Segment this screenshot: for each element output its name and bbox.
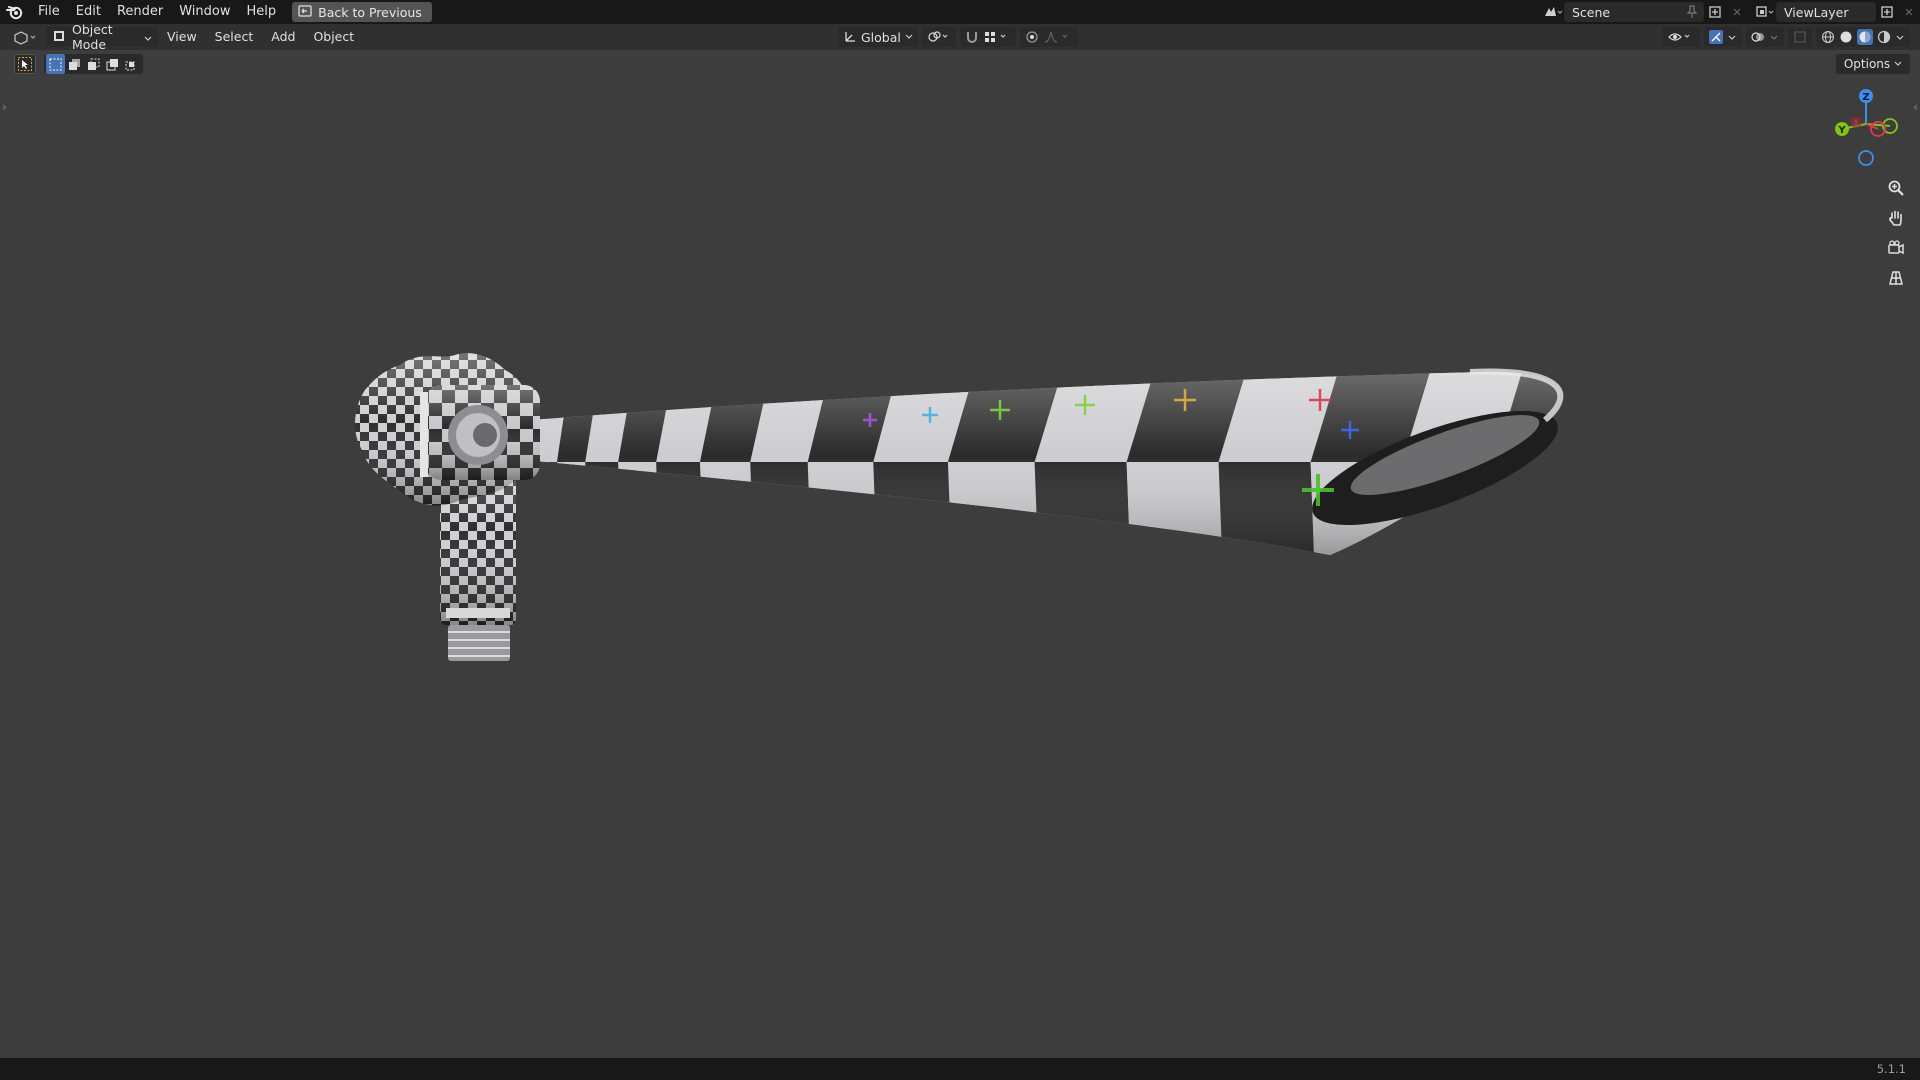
grid-ortho-icon [1889, 271, 1903, 285]
chevron-down-icon [1894, 61, 1902, 66]
gizmo-toggle[interactable] [1704, 27, 1742, 47]
options-dropdown[interactable]: Options [1836, 54, 1910, 74]
scene-name: Scene [1572, 4, 1611, 20]
viewport-header: Object Mode View Select Add Object Globa… [0, 22, 1920, 52]
new-scene-icon[interactable] [1704, 2, 1726, 22]
options-label: Options [1843, 57, 1891, 71]
eye-filter-icon [1668, 33, 1690, 41]
toolbar-toggle-arrow[interactable]: › [2, 100, 7, 114]
top-menu-bar: File Edit Render Window Help Back to Pre… [0, 0, 1920, 24]
back-to-previous-label: Back to Previous [318, 4, 422, 20]
magnet-icon [966, 32, 977, 43]
scene-selector-icon[interactable] [1542, 2, 1564, 22]
blender-logo-icon[interactable] [0, 0, 30, 24]
viewlayer-name-field[interactable]: ViewLayer [1776, 2, 1876, 22]
navigation-gizmo[interactable]: Z X Y [1826, 84, 1906, 168]
new-viewlayer-icon[interactable] [1876, 2, 1898, 22]
menu-render[interactable]: Render [109, 0, 171, 24]
sidebar-toggle-arrow[interactable]: ‹ [1913, 100, 1918, 114]
pivot-point-icon [928, 31, 948, 42]
pivot-point-dropdown[interactable] [921, 27, 956, 47]
menu-edit[interactable]: Edit [68, 0, 109, 24]
shading-modes[interactable] [1816, 27, 1910, 47]
menu-window[interactable]: Window [171, 0, 238, 24]
select-new-button[interactable] [46, 54, 65, 74]
faucet-model[interactable] [0, 50, 1920, 1058]
select-extend-button[interactable] [65, 54, 84, 74]
editor-type-icon[interactable] [12, 27, 40, 47]
chevron-down-icon [1896, 35, 1904, 40]
select-extend-icon [69, 58, 80, 70]
gizmo-icon [1709, 30, 1723, 44]
solid-shading-icon[interactable] [1839, 30, 1853, 44]
thread-connector [448, 625, 510, 661]
chevron-down-icon [1728, 35, 1736, 40]
select-tool-button[interactable] [14, 54, 36, 74]
overlays-icon [1751, 32, 1764, 42]
camera-view-icon [1888, 240, 1904, 255]
gizmo-y-label: Y [1837, 125, 1846, 136]
transform-orientation-label: Global [861, 29, 901, 45]
rendered-shading-icon[interactable] [1877, 30, 1891, 44]
zoom-icon [1888, 180, 1904, 196]
chevron-down-icon [905, 34, 913, 39]
pin-icon[interactable] [1686, 5, 1698, 22]
close-viewlayer-icon[interactable] [1898, 2, 1920, 22]
object-mode-label: Object Mode [72, 22, 113, 52]
camera-view-button[interactable] [1884, 236, 1908, 260]
transform-orientation-dropdown[interactable]: Global [838, 27, 918, 47]
pan-button[interactable] [1884, 206, 1908, 230]
menu-help[interactable]: Help [239, 0, 285, 24]
version-label: 5.1.1 [1876, 1062, 1906, 1076]
snap-toggle[interactable] [959, 27, 1016, 47]
chevron-down-icon [144, 30, 152, 45]
cursor-arrow-icon [18, 57, 32, 71]
select-subtract-icon [88, 58, 100, 70]
object-visibility-dropdown[interactable] [1662, 27, 1700, 47]
gizmo-x-label: X [1853, 118, 1859, 127]
falloff-curve-icon [1044, 31, 1068, 43]
xray-icon [1794, 31, 1806, 43]
chevron-down-icon [1770, 35, 1778, 40]
select-new-icon [49, 58, 62, 70]
snap-increment-icon [984, 32, 1006, 42]
menu-object[interactable]: Object [304, 24, 363, 50]
orientation-axes-icon [843, 29, 857, 46]
selection-mode-group [44, 54, 143, 74]
viewlayer-name: ViewLayer [1784, 4, 1849, 20]
select-invert-icon [106, 58, 118, 70]
select-intersect-icon [125, 61, 135, 70]
status-bar: 5.1.1 [0, 1058, 1920, 1080]
overlays-toggle[interactable] [1746, 27, 1784, 47]
select-invert-button[interactable] [103, 54, 122, 74]
menu-add[interactable]: Add [262, 24, 304, 50]
material-preview-shading-icon[interactable] [1857, 29, 1873, 45]
proportional-editing-icon [1026, 31, 1038, 43]
ortho-toggle-button[interactable] [1884, 266, 1908, 290]
scene-name-field[interactable]: Scene [1564, 2, 1704, 22]
wireframe-shading-icon[interactable] [1821, 30, 1835, 44]
viewlayer-selector-icon[interactable] [1754, 2, 1776, 22]
object-mode-dropdown[interactable]: Object Mode [46, 22, 158, 52]
close-scene-icon[interactable] [1726, 2, 1748, 22]
menu-view[interactable]: View [158, 24, 206, 50]
select-subtract-button[interactable] [84, 54, 103, 74]
3d-viewport[interactable]: › ‹ [0, 50, 1920, 1058]
xray-toggle[interactable] [1788, 27, 1812, 47]
gizmo-neg-z-axis[interactable] [1858, 150, 1874, 166]
select-intersect-button[interactable] [122, 54, 141, 74]
proportional-editing-toggle[interactable] [1019, 27, 1078, 47]
object-mode-icon [52, 29, 66, 46]
menu-file[interactable]: File [30, 0, 68, 24]
gizmo-z-label: Z [1862, 92, 1869, 103]
hand-pan-icon [1889, 210, 1902, 226]
zoom-button[interactable] [1884, 176, 1908, 200]
back-to-previous-icon [298, 4, 312, 20]
menu-select[interactable]: Select [206, 24, 263, 50]
back-to-previous-button[interactable]: Back to Previous [292, 2, 432, 22]
